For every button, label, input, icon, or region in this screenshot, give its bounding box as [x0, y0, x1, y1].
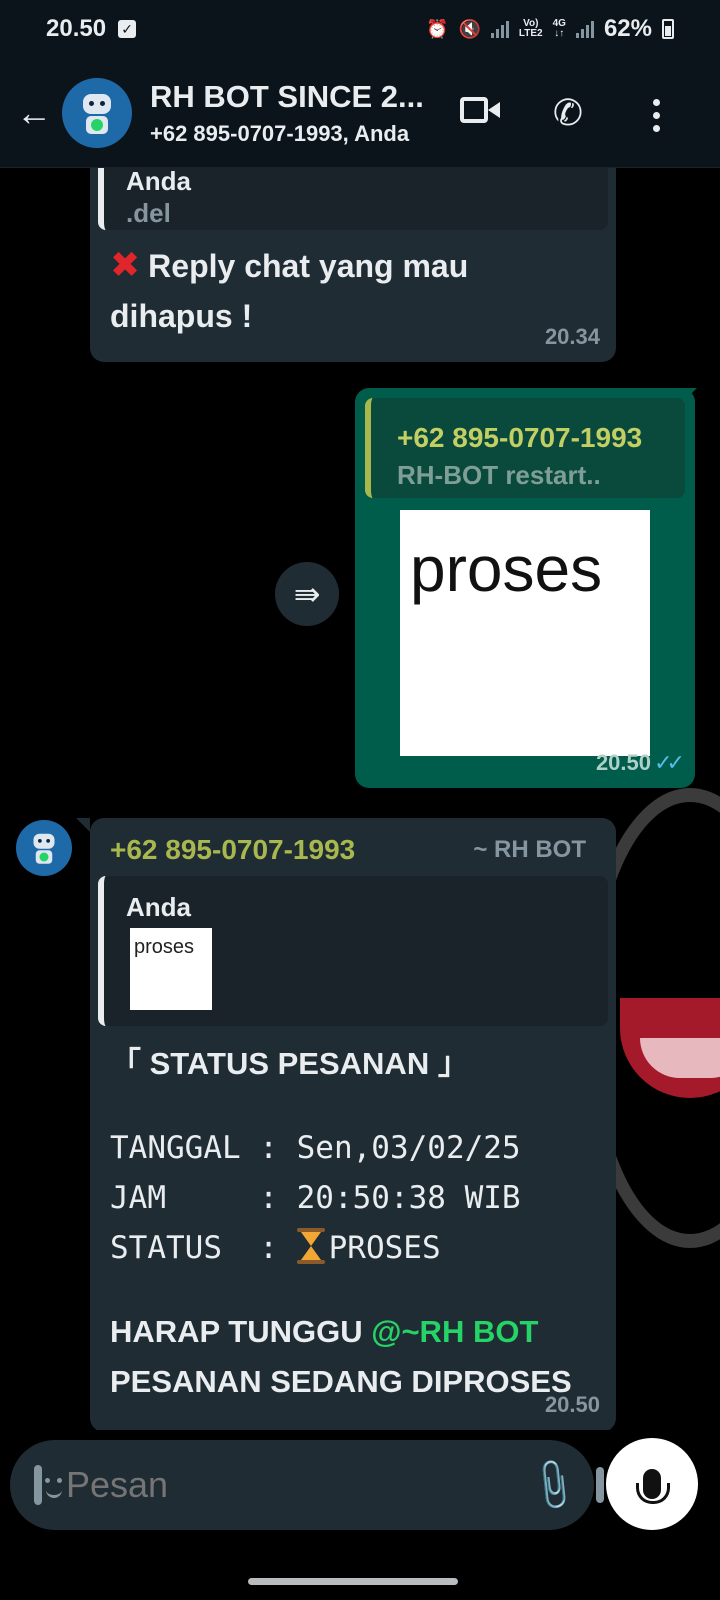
status-value: PROSES — [328, 1230, 441, 1266]
robot-icon — [29, 831, 59, 866]
message-composer: 📎 — [10, 1440, 626, 1530]
chat-area: Anda .del ✖ Reply chat yang mau dihapus !… — [0, 168, 720, 1430]
sender-avatar[interactable] — [16, 820, 72, 876]
quoted-sender: Anda — [126, 892, 191, 922]
forward-button[interactable]: ⇛ — [275, 562, 339, 626]
quoted-image-thumbnail: proses — [130, 928, 212, 1010]
home-indicator[interactable] — [248, 1578, 458, 1585]
attach-paperclip-icon[interactable]: 📎 — [523, 1455, 584, 1515]
quoted-message[interactable]: Anda .del — [98, 168, 608, 230]
date-row: TANGGAL : Sen,03/02/25 — [110, 1130, 521, 1166]
status-row: STATUS : PROSES — [110, 1228, 441, 1266]
quoted-sender: +62 895-0707-1993 — [397, 422, 643, 453]
chat-header: ← RH BOT SINCE 2... +62 895-0707-1993, A… — [0, 58, 720, 168]
camera-icon[interactable] — [595, 1467, 626, 1503]
microphone-icon — [636, 1469, 670, 1504]
alarm-icon: ⏰ — [426, 18, 449, 39]
mute-icon: 🔇 — [458, 18, 481, 39]
message-text: 「 STATUS PESANAN 」 TANGGAL : Sen,03/02/2… — [110, 1038, 610, 1407]
chat-title: RH BOT SINCE 2... — [150, 78, 424, 114]
battery-icon — [662, 19, 674, 39]
signal-icon-2 — [575, 20, 594, 38]
notification-check-icon: ✓ — [118, 20, 137, 38]
kebab-menu-icon — [652, 99, 660, 132]
battery-percent: 62% — [603, 15, 652, 42]
volte-label: Vo) LTE2 — [518, 18, 543, 39]
chat-subtitle: +62 895-0707-1993, Anda — [150, 120, 410, 146]
signal-icon — [490, 20, 509, 38]
time-row: JAM : 20:50:38 WIB — [110, 1180, 521, 1216]
status-bar: 20.50 ✓ ⏰ 🔇 Vo) LTE2 4G ↓↑ 62% — [0, 0, 720, 58]
sender-alias: ~ RH BOT — [473, 836, 586, 863]
sender-name[interactable]: +62 895-0707-1993 — [110, 834, 355, 866]
robot-icon — [77, 90, 117, 136]
message-footer: HARAP TUNGGU @~RH BOT PESANAN SEDANG DIP… — [110, 1314, 572, 1399]
emoji-sticker-icon[interactable] — [34, 1465, 62, 1505]
voice-call-button[interactable]: ✆ — [524, 92, 612, 134]
status-title: 「 STATUS PESANAN 」 — [110, 1046, 469, 1081]
group-avatar[interactable] — [62, 77, 132, 148]
message-image[interactable]: proses — [400, 510, 650, 756]
voice-message-button[interactable] — [606, 1438, 698, 1530]
chat-info[interactable]: RH BOT SINCE 2... +62 895-0707-1993, And… — [150, 79, 436, 147]
back-arrow-icon[interactable]: ← — [6, 92, 62, 134]
more-options-button[interactable] — [612, 93, 700, 132]
video-camera-icon — [460, 95, 500, 125]
mention-link[interactable]: @~RH BOT — [371, 1314, 538, 1349]
phone-icon: ✆ — [552, 91, 584, 133]
message-bubble-incoming[interactable]: Anda .del ✖ Reply chat yang mau dihapus !… — [90, 168, 616, 362]
quoted-text: .del — [126, 198, 171, 228]
message-input[interactable] — [66, 1464, 531, 1506]
quoted-message[interactable]: +62 895-0707-1993 RH-BOT restart.. — [365, 398, 685, 498]
network-4g-label: 4G ↓↑ — [552, 18, 566, 39]
quoted-message[interactable]: Anda proses — [98, 876, 608, 1026]
message-time: 20.34 — [544, 324, 600, 349]
message-bubble-incoming[interactable]: +62 895-0707-1993 ~ RH BOT Anda proses 「… — [90, 818, 616, 1430]
message-time: 20.50 — [544, 1392, 600, 1417]
video-call-button[interactable] — [436, 95, 524, 130]
forward-icon: ⇛ — [293, 576, 321, 612]
status-time: 20.50 — [46, 15, 107, 42]
bubble-tail — [76, 818, 90, 832]
hourglass-icon — [296, 1228, 325, 1264]
quoted-sender: Anda — [126, 168, 191, 196]
cross-mark-icon: ✖ — [110, 244, 141, 285]
message-time: 20.50 — [595, 750, 651, 775]
quoted-text: RH-BOT restart.. — [397, 460, 601, 490]
message-text: ✖ Reply chat yang mau dihapus ! — [110, 244, 469, 334]
message-bubble-outgoing[interactable]: +62 895-0707-1993 RH-BOT restart.. prose… — [355, 388, 695, 788]
read-receipt-icon: ✓✓ — [654, 750, 685, 775]
